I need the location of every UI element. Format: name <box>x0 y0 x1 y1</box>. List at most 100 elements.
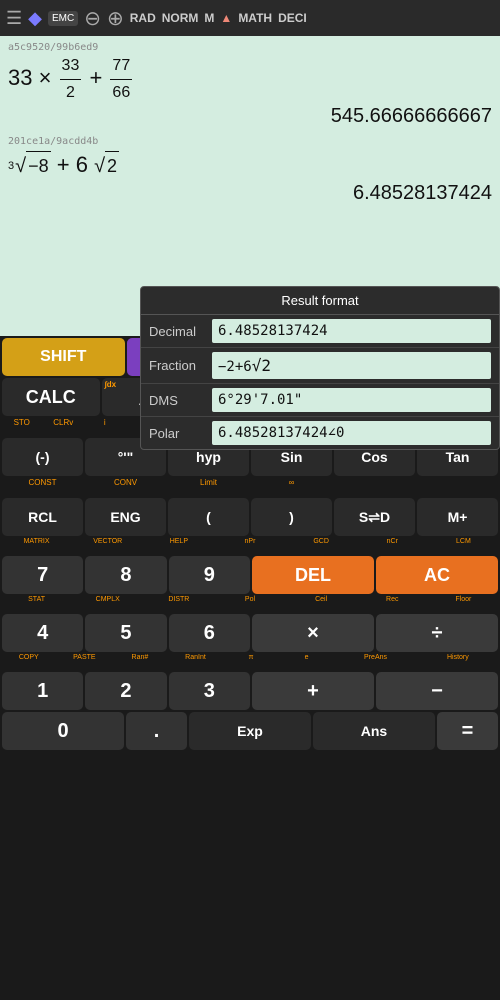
popup-row-decimal[interactable]: Decimal 6.48528137424 <box>141 315 499 348</box>
popup-title: Result format <box>141 287 499 315</box>
key-5[interactable]: 5 <box>85 614 166 652</box>
label-distr: DISTR <box>144 596 213 612</box>
key-1[interactable]: 1 <box>2 672 83 710</box>
shift-key[interactable]: SHIFT <box>2 338 125 376</box>
sto-eq-key[interactable]: S⇌D <box>334 498 415 536</box>
exp-key[interactable]: Exp <box>189 712 311 750</box>
minus-key[interactable]: − <box>376 672 498 710</box>
label-cmplx: CMPLX <box>73 596 142 612</box>
sqrt-2: √ 2 <box>94 150 119 182</box>
calc-key[interactable]: CALC <box>2 378 100 416</box>
plus-circle-icon[interactable]: ⊕ <box>107 6 124 31</box>
key-row-3: RCL ENG ( ) S⇌D M+ <box>2 498 498 536</box>
label-preans: PreAns <box>335 654 415 670</box>
mul-key[interactable]: × <box>252 614 374 652</box>
key-6[interactable]: 6 <box>169 614 250 652</box>
key-8[interactable]: 8 <box>85 556 166 594</box>
result-1: 545.66666666667 <box>8 105 492 128</box>
rparen-key[interactable]: ) <box>251 498 332 536</box>
label-sto: STO <box>2 418 42 436</box>
top-bar: ☰ ◆ EMC ⊖ ⊕ RAD NORM M ▲ MATH DECI <box>0 0 500 36</box>
label-e: e <box>280 654 334 670</box>
del-key[interactable]: DEL <box>252 556 374 594</box>
rcl-key[interactable]: RCL <box>2 498 83 536</box>
menu-icon[interactable]: ☰ <box>6 8 22 29</box>
label-rec: Rec <box>358 596 427 612</box>
div-key[interactable]: ÷ <box>376 614 498 652</box>
label-npr: nPr <box>215 538 284 554</box>
popup-row-polar[interactable]: Polar 6.48528137424∠0 <box>141 417 499 449</box>
popup-value-dms: 6°29'7.01" <box>212 388 491 412</box>
mplus-key[interactable]: M+ <box>417 498 498 536</box>
eng-key[interactable]: ENG <box>85 498 166 536</box>
mode-math[interactable]: MATH <box>238 11 272 25</box>
sub-label-row-6: COPY PASTE Ran# RanInt π e PreAns Histor… <box>2 654 498 670</box>
label-pol: Pol <box>215 596 284 612</box>
popup-row-dms[interactable]: DMS 6°29'7.01" <box>141 384 499 417</box>
label-limit: Limit <box>168 478 249 496</box>
key-3[interactable]: 3 <box>169 672 250 710</box>
triangle-icon: ▲ <box>220 11 232 25</box>
cbrt-neg8: 3 √ −8 <box>8 150 51 182</box>
ac-key[interactable]: AC <box>376 556 498 594</box>
mode-norm[interactable]: NORM <box>162 11 199 25</box>
label-paste: PASTE <box>58 654 112 670</box>
plus-key[interactable]: + <box>252 672 374 710</box>
label-lcm: LCM <box>429 538 498 554</box>
key-0[interactable]: 0 <box>2 712 124 750</box>
mode-m[interactable]: M <box>204 11 214 25</box>
label-ceil: Ceil <box>287 596 356 612</box>
neg-key[interactable]: (-) <box>2 438 83 476</box>
label-history: History <box>418 654 498 670</box>
label-matrix: MATRIX <box>2 538 71 554</box>
key-dot[interactable]: . <box>126 712 187 750</box>
label-vector: VECTOR <box>73 538 142 554</box>
label-conv: CONV <box>85 478 166 496</box>
expr-1: 33 × 33 2 + 77 66 <box>8 53 492 105</box>
popup-value-polar: 6.48528137424∠0 <box>212 421 491 445</box>
label-pi: π <box>224 654 278 670</box>
popup-value-fraction: −2+6√2 <box>212 352 491 379</box>
key-row-4: 7 8 9 DEL AC <box>2 556 498 594</box>
sub-label-row-3: CONST CONV Limit ∞ <box>2 478 498 496</box>
result-2: 6.48528137424 <box>8 182 492 205</box>
label-stat: STAT <box>2 596 71 612</box>
minus-circle-icon[interactable]: ⊖ <box>84 6 101 31</box>
emc-icon[interactable]: EMC <box>48 11 78 26</box>
label-ranint: RanInt <box>169 654 223 670</box>
popup-label-polar: Polar <box>149 426 204 441</box>
key-row-5: 4 5 6 × ÷ <box>2 614 498 652</box>
eq-key[interactable]: = <box>437 712 498 750</box>
label-help: HELP <box>144 538 213 554</box>
mode-deci[interactable]: DECI <box>278 11 307 25</box>
expr-2: 3 √ −8 + 6 √ 2 <box>8 147 492 182</box>
frac-33-2: 33 2 <box>60 53 82 105</box>
popup-value-decimal: 6.48528137424 <box>212 319 491 343</box>
ans-key[interactable]: Ans <box>313 712 435 750</box>
mode-rad[interactable]: RAD <box>130 11 156 25</box>
label-const: CONST <box>2 478 83 496</box>
label-ncr: nCr <box>358 538 427 554</box>
result-format-popup: Result format Decimal 6.48528137424 Frac… <box>140 286 500 450</box>
popup-label-decimal: Decimal <box>149 324 204 339</box>
key-7[interactable]: 7 <box>2 556 83 594</box>
entry-2: 201ce1a/9acdd4b 3 √ −8 + 6 √ 2 6.4852813… <box>8 136 492 205</box>
diamond-icon[interactable]: ◆ <box>28 8 42 29</box>
label-floor: Floor <box>429 596 498 612</box>
popup-row-fraction[interactable]: Fraction −2+6√2 <box>141 348 499 384</box>
sub-label-row-5: STAT CMPLX DISTR Pol Ceil Rec Floor <box>2 596 498 612</box>
key-row-6: 1 2 3 + − <box>2 672 498 710</box>
lparen-key[interactable]: ( <box>168 498 249 536</box>
key-9[interactable]: 9 <box>169 556 250 594</box>
label-i: i <box>85 418 125 436</box>
label-ran: Ran# <box>113 654 167 670</box>
key-2[interactable]: 2 <box>85 672 166 710</box>
sub-label-row-4: MATRIX VECTOR HELP nPr GCD nCr LCM <box>2 538 498 554</box>
key-4[interactable]: 4 <box>2 614 83 652</box>
popup-label-fraction: Fraction <box>149 358 204 373</box>
label-gcd: GCD <box>287 538 356 554</box>
entry-1: a5c9520/99b6ed9 33 × 33 2 + 77 66 545.66… <box>8 42 492 128</box>
hash-1: a5c9520/99b6ed9 <box>8 42 492 53</box>
label-copy: COPY <box>2 654 56 670</box>
label-inf: ∞ <box>251 478 332 496</box>
